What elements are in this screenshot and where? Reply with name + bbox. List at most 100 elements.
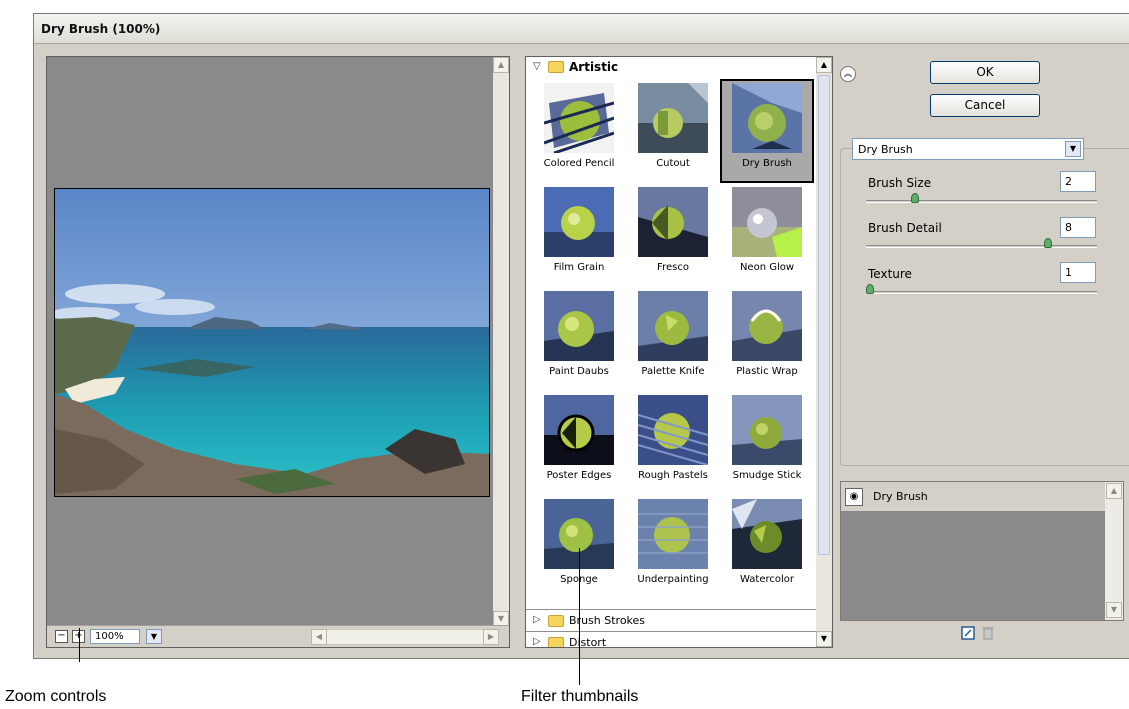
eye-icon[interactable]: ◉ [845, 488, 863, 506]
effect-layers-panel: ◉ Dry Brush ▲ ▼ [840, 481, 1124, 621]
filter-label: Colored Pencil [543, 158, 615, 169]
category-label: Artistic [569, 60, 619, 74]
scroll-left-icon[interactable]: ◀ [311, 629, 327, 645]
scroll-down-icon[interactable]: ▼ [1106, 602, 1122, 618]
slider-knob[interactable] [911, 193, 919, 203]
scroll-up-icon[interactable]: ▲ [816, 57, 832, 73]
preview-vertical-scrollbar[interactable]: ▲ ▼ [493, 57, 509, 627]
triangle-down-icon[interactable]: ▽ [533, 61, 541, 72]
filter-thumb-underpainting[interactable]: Underpainting [626, 495, 720, 599]
filter-label: Cutout [656, 158, 690, 169]
filter-thumb-film-grain[interactable]: Film Grain [532, 183, 626, 287]
zoom-out-button[interactable]: − [55, 630, 68, 643]
filter-thumb-neon-glow[interactable]: Neon Glow [720, 183, 814, 287]
annotation-filter-thumbnails: Filter thumbnails [521, 688, 639, 705]
thumbnail-image [732, 187, 802, 257]
thumbnail-image [638, 291, 708, 361]
trash-icon[interactable] [981, 626, 995, 640]
filter-label: Smudge Stick [732, 470, 802, 481]
filter-thumb-colored-pencil[interactable]: Colored Pencil [532, 79, 626, 183]
brush-detail-slider[interactable] [866, 238, 1097, 248]
filter-label: Watercolor [740, 574, 794, 585]
folder-icon [548, 61, 564, 73]
chevron-down-icon[interactable]: ▼ [1065, 141, 1081, 157]
category-artistic[interactable]: ▽ Artistic [526, 57, 816, 77]
scroll-thumb[interactable] [818, 75, 830, 555]
filter-gallery-window: Dry Brush (100%) ▲ ▼ − 100% ▼ ◀ ▶ ▽ Arti… [33, 13, 1129, 659]
filter-label: Paint Daubs [549, 366, 609, 377]
filter-select[interactable]: Dry Brush ▼ [852, 138, 1084, 160]
zoom-controls: − + 100% ▼ ◀ ▶ [47, 625, 509, 647]
brush-detail-field[interactable]: 8 [1060, 217, 1096, 238]
window-title: Dry Brush (100%) [41, 22, 161, 36]
filter-thumb-poster-edges[interactable]: Poster Edges [532, 391, 626, 495]
filter-label: Plastic Wrap [736, 366, 798, 377]
filter-thumbnails: Colored Pencil Cutout Dry Brush Film Gra [532, 79, 814, 599]
thumbnail-image [732, 499, 802, 569]
annotation-zoom-controls: Zoom controls [5, 688, 107, 705]
effect-layer-dry-brush[interactable]: ◉ Dry Brush [841, 482, 1105, 512]
filter-thumb-watercolor[interactable]: Watercolor [720, 495, 814, 599]
preview-pane[interactable]: ▲ ▼ − + 100% ▼ ◀ ▶ [46, 56, 510, 648]
thumbnail-image [638, 395, 708, 465]
filter-gallery: ▽ Artistic Colored Pencil Cutout Dry Bru… [525, 56, 833, 648]
filter-label: Poster Edges [546, 470, 612, 481]
filter-thumb-fresco[interactable]: Fresco [626, 183, 720, 287]
filter-thumb-rough-pastels[interactable]: Rough Pastels [626, 391, 720, 495]
filter-label: Palette Knife [641, 366, 705, 377]
filter-thumb-cutout[interactable]: Cutout [626, 79, 720, 183]
new-effect-layer-icon[interactable] [961, 626, 975, 640]
category-label: Brush Strokes [569, 614, 646, 627]
filter-thumb-palette-knife[interactable]: Palette Knife [626, 287, 720, 391]
brush-size-slider[interactable] [866, 193, 1097, 203]
cancel-button[interactable]: Cancel [930, 94, 1040, 117]
category-label: Distort [569, 636, 607, 647]
texture-field[interactable]: 1 [1060, 262, 1096, 283]
annotation-pointer [579, 548, 580, 685]
brush-size-label: Brush Size [868, 176, 932, 190]
category-brush-strokes[interactable]: ▷ Brush Strokes [526, 609, 816, 631]
filter-thumb-smudge-stick[interactable]: Smudge Stick [720, 391, 814, 495]
triangle-right-icon[interactable]: ▷ [533, 636, 541, 647]
preview-image [54, 188, 490, 497]
thumbnail-image [732, 291, 802, 361]
filter-thumb-paint-daubs[interactable]: Paint Daubs [532, 287, 626, 391]
scroll-down-icon[interactable]: ▼ [816, 631, 832, 647]
thumbnail-image [638, 187, 708, 257]
preview-horizontal-scrollbar[interactable]: ◀ ▶ [311, 629, 499, 645]
collapse-gallery-icon[interactable]: ︽ [840, 66, 856, 82]
gallery-vertical-scrollbar[interactable]: ▲ ▼ [816, 57, 832, 647]
layers-scrollbar[interactable]: ▲ ▼ [1105, 482, 1123, 620]
thumbnail-image [544, 187, 614, 257]
thumbnail-image [638, 83, 708, 153]
filter-label: Film Grain [553, 262, 605, 273]
texture-slider[interactable] [866, 284, 1097, 294]
layer-label: Dry Brush [873, 490, 928, 503]
slider-knob[interactable] [866, 284, 874, 294]
thumbnail-image [732, 395, 802, 465]
filter-label: Fresco [657, 262, 689, 273]
annotation-pointer [79, 628, 80, 662]
thumbnail-image [544, 291, 614, 361]
triangle-right-icon[interactable]: ▷ [533, 614, 541, 625]
brush-detail-label: Brush Detail [868, 221, 942, 235]
scroll-right-icon[interactable]: ▶ [483, 629, 499, 645]
filter-label: Dry Brush [742, 158, 792, 169]
chevron-down-icon[interactable]: ▼ [146, 629, 162, 644]
slider-knob[interactable] [1044, 238, 1052, 248]
scroll-up-icon[interactable]: ▲ [493, 57, 509, 73]
filter-label: Neon Glow [739, 262, 795, 273]
filter-thumb-plastic-wrap[interactable]: Plastic Wrap [720, 287, 814, 391]
thumbnail-image [544, 83, 614, 153]
folder-icon [548, 637, 564, 647]
texture-label: Texture [868, 267, 912, 281]
scroll-up-icon[interactable]: ▲ [1106, 483, 1122, 499]
filter-select-value: Dry Brush [858, 143, 913, 156]
ok-button[interactable]: OK [930, 61, 1040, 84]
category-distort[interactable]: ▷ Distort [526, 631, 816, 647]
zoom-level-field[interactable]: 100% [90, 629, 140, 644]
filter-label: Underpainting [637, 574, 709, 585]
filter-thumb-dry-brush[interactable]: Dry Brush [720, 79, 814, 183]
brush-size-field[interactable]: 2 [1060, 171, 1096, 192]
filter-label: Rough Pastels [638, 470, 708, 481]
